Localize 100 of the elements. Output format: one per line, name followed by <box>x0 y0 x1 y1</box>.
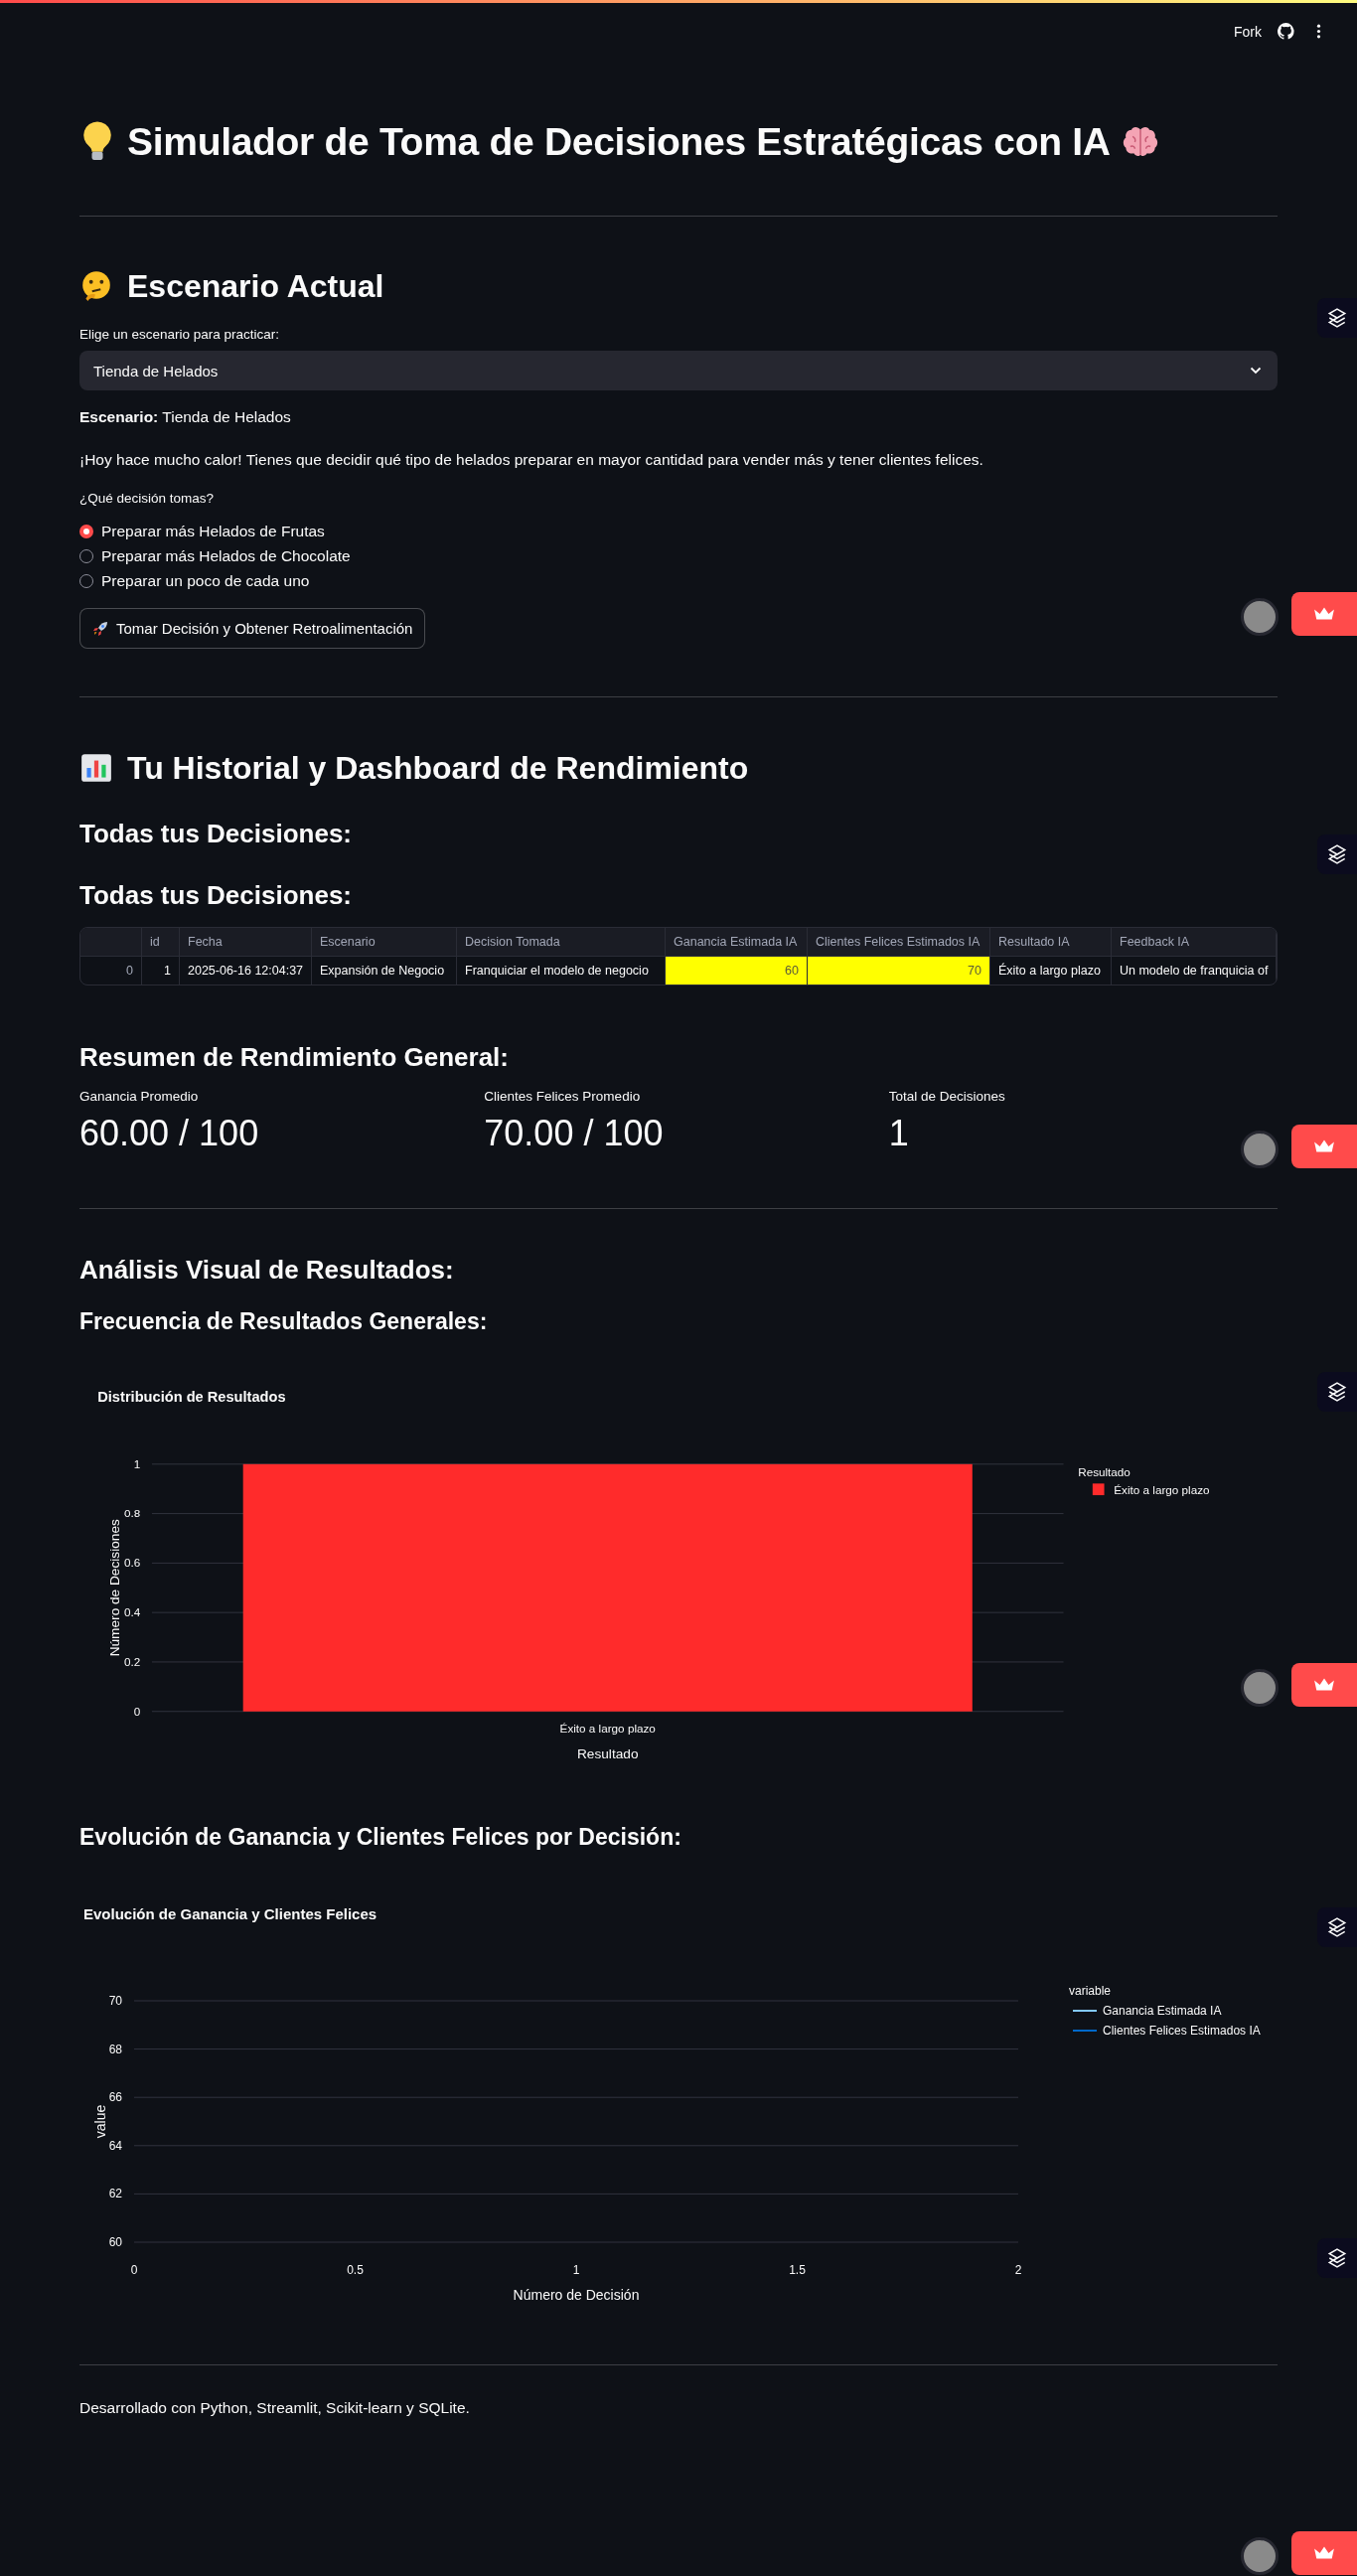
floating-button[interactable] <box>1317 834 1357 874</box>
column-header[interactable]: id <box>142 928 180 957</box>
subsection-heading: Resumen de Rendimiento General: <box>79 1041 510 1074</box>
chart-title: Distribución de Resultados <box>97 1389 286 1406</box>
avatar-circle[interactable] <box>1241 598 1279 636</box>
table-cell: Expansión de Negocio <box>312 957 457 985</box>
subsection-heading: Todas tus Decisiones: <box>79 879 354 912</box>
column-header[interactable]: Ganancia Estimada IA <box>666 928 808 957</box>
y-axis-tick: 0.8 <box>123 1506 141 1520</box>
y-axis-tick: 70 <box>108 1994 122 2008</box>
avatar-circle[interactable] <box>1241 1669 1279 1707</box>
thinking-face-icon <box>79 269 113 303</box>
column-header[interactable]: Escenario <box>312 928 457 957</box>
column-header[interactable]: Resultado IA <box>990 928 1112 957</box>
bar-chart-icon <box>79 751 113 785</box>
table-cell: Éxito a largo plazo <box>990 957 1112 985</box>
radio-label[interactable]: Preparar más Helados de Frutas <box>101 522 325 540</box>
subsection-heading: Análisis Visual de Resultados: <box>79 1254 455 1287</box>
metric-value: 70.00 / 100 <box>484 1112 664 1155</box>
y-axis-tick: 66 <box>108 2090 122 2105</box>
metric-value: 60.00 / 100 <box>79 1112 259 1155</box>
floating-button[interactable] <box>1317 1907 1357 1947</box>
github-icon[interactable] <box>1278 23 1294 40</box>
y-axis-tick: 0.6 <box>123 1556 141 1570</box>
y-axis-tick: 68 <box>108 2042 122 2056</box>
select-label: Elige un escenario para practicar: <box>79 326 281 344</box>
chart-title: Evolución de Ganancia y Clientes Felices <box>83 1905 377 1922</box>
x-axis-title: Número de Decisión <box>513 2287 640 2303</box>
y-axis-tick: 0.2 <box>123 1654 141 1668</box>
x-axis-tick: 0 <box>130 2263 138 2277</box>
section-heading: Tu Historial y Dashboard de Rendimiento <box>127 749 749 788</box>
table-cell: 60 <box>666 957 808 985</box>
fork-link[interactable]: Fork <box>1234 23 1262 40</box>
metric-label: Total de Decisiones <box>888 1088 1005 1106</box>
scenario-select[interactable]: Tienda de Helados <box>79 351 1278 390</box>
x-axis-tick: 2 <box>1014 2263 1022 2277</box>
y-axis-tick: 1 <box>133 1456 141 1470</box>
footer-text: Desarrollado con Python, Streamlit, Scikit-learn y SQLite. <box>79 2398 471 2418</box>
page-title: Simulador de Toma de Decisiones Estratégicas con IA <box>127 119 1111 165</box>
crown-icon <box>1313 606 1335 622</box>
chevron-down-icon <box>1250 367 1262 375</box>
table-cell: 1 <box>142 957 180 985</box>
metric-label: Ganancia Promedio <box>79 1088 199 1106</box>
avatar-circle[interactable] <box>1241 1131 1279 1168</box>
legend-label[interactable]: Ganancia Estimada IA <box>1103 2004 1222 2018</box>
radio-button[interactable] <box>79 524 93 538</box>
y-axis-tick: 0.4 <box>123 1605 141 1619</box>
legend-title: variable <box>1069 1984 1112 1998</box>
x-axis-tick: 0.5 <box>347 2263 364 2277</box>
y-axis-tick: 62 <box>108 2187 122 2201</box>
column-header[interactable]: Feedback IA <box>1112 928 1277 957</box>
crown-button[interactable] <box>1291 1125 1357 1168</box>
chart-heading: Evolución de Ganancia y Clientes Felices por Decisión: <box>79 1823 682 1852</box>
layers-icon <box>1326 2247 1348 2269</box>
column-header[interactable]: Decision Tomada <box>457 928 666 957</box>
floating-button[interactable] <box>1317 1372 1357 1412</box>
y-axis-tick: 0 <box>133 1704 141 1718</box>
rocket-icon <box>92 620 108 637</box>
radio-button[interactable] <box>79 548 93 563</box>
row-index: 0 <box>80 957 142 985</box>
y-axis-tick: 64 <box>108 2138 122 2153</box>
radio-button[interactable] <box>79 573 93 588</box>
crown-button[interactable] <box>1291 2531 1357 2575</box>
column-header[interactable]: Clientes Felices Estimados IA <box>808 928 990 957</box>
column-header[interactable]: Fecha <box>180 928 312 957</box>
crown-button[interactable] <box>1291 592 1357 636</box>
y-axis-title: Número de Decisiones <box>106 1519 122 1657</box>
radio-label[interactable]: Preparar más Helados de Chocolate <box>101 546 351 565</box>
crown-button[interactable] <box>1291 1663 1357 1707</box>
subsection-heading: Todas tus Decisiones: <box>79 818 354 850</box>
metric-label: Clientes Felices Promedio <box>484 1088 641 1106</box>
legend-label[interactable]: Éxito a largo plazo <box>1114 1483 1210 1497</box>
question-label: ¿Qué decisión tomas? <box>79 490 216 508</box>
x-axis-tick: 1.5 <box>789 2263 806 2277</box>
layers-icon <box>1326 1381 1348 1403</box>
legend-title: Resultado <box>1078 1464 1131 1478</box>
radio-label[interactable]: Preparar un poco de cada uno <box>101 571 310 590</box>
crown-icon <box>1313 1138 1335 1154</box>
layers-icon <box>1326 843 1348 865</box>
table-cell: 70 <box>808 957 990 985</box>
section-heading: Escenario Actual <box>127 267 384 306</box>
metric-value: 1 <box>888 1112 909 1155</box>
table-cell: Un modelo de franquicia of <box>1112 957 1277 985</box>
crown-icon <box>1313 2545 1335 2561</box>
x-axis-tick: Éxito a largo plazo <box>559 1722 656 1736</box>
avatar-circle[interactable] <box>1241 2537 1279 2575</box>
crown-icon <box>1313 1677 1335 1693</box>
x-axis-tick: 1 <box>572 2263 580 2277</box>
submit-button[interactable]: Tomar Decisión y Obtener Retroalimentación <box>79 608 426 649</box>
y-axis-tick: 60 <box>108 2235 122 2249</box>
layers-icon <box>1326 307 1348 329</box>
floating-button[interactable] <box>1317 298 1357 338</box>
chart-heading: Frecuencia de Resultados Generales: <box>79 1307 489 1336</box>
floating-button[interactable] <box>1317 2238 1357 2278</box>
x-axis-title: Resultado <box>577 1745 639 1761</box>
table-cell: 2025-06-16 12:04:37 <box>180 957 312 985</box>
scenario-description: Escenario: Tienda de Helados <box>79 407 292 427</box>
legend-label[interactable]: Clientes Felices Estimados IA <box>1103 2024 1261 2038</box>
scenario-prompt: ¡Hoy hace mucho calor! Tienes que decidir qué tipo de helados preparar en mayor cantidad para vender más y tener clientes felices. <box>79 450 984 470</box>
y-axis-title: value <box>92 2104 108 2139</box>
